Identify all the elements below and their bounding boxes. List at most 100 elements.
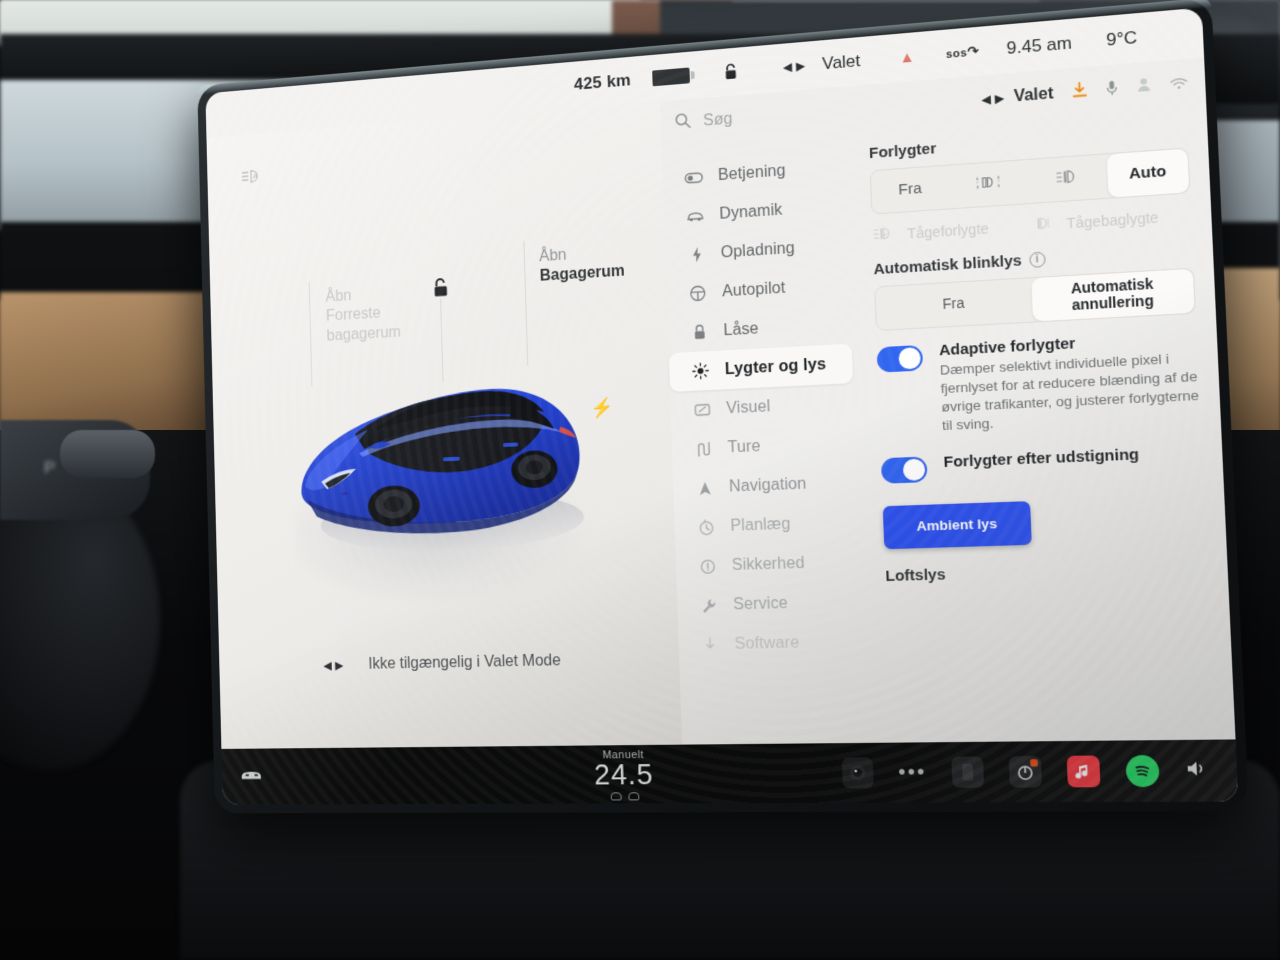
rear-fog-lamp-label: Tågebaglygte	[1066, 209, 1159, 232]
exclamation-circle-icon	[698, 558, 718, 575]
valet-status-label: Valet	[821, 51, 861, 74]
ceiling-light-section-title: Loftslys	[885, 565, 946, 585]
bolt-icon	[687, 246, 706, 264]
sidebar-item-label: Opladning	[720, 239, 796, 262]
parking-lights-icon	[974, 173, 1002, 196]
climate-temperature[interactable]: 24.5	[526, 758, 724, 790]
toybox-app-icon[interactable]	[1008, 755, 1043, 788]
rear-fog-lamp-icon	[1034, 215, 1054, 235]
info-icon[interactable]: i	[1028, 251, 1046, 268]
seat-heater-icon[interactable]	[627, 791, 639, 800]
more-apps-icon[interactable]: •••	[898, 760, 927, 784]
valet-unavailable-note: ◄► Ikke tilgængelig i Valet Mode	[321, 652, 561, 674]
sun-light-icon	[691, 362, 710, 380]
headlights-option-auto[interactable]: Auto	[1106, 148, 1190, 198]
lights-settings-content: Forlygter Fra Auto Tågeforlygte Tågebagl…	[858, 107, 1238, 802]
ambient-light-button[interactable]: Ambient lys	[882, 500, 1032, 550]
car-side-icon	[686, 209, 705, 223]
fog-lights-row: Tågeforlygte Tågebaglygte	[872, 206, 1192, 245]
front-fog-lamp-icon	[872, 225, 895, 245]
sidebar-item-navigation[interactable]: Navigation	[673, 462, 872, 509]
steering-wheel-icon	[688, 284, 707, 302]
sidebar-item-label: Navigation	[728, 474, 807, 496]
sidebar-item-planlaeg[interactable]: Planlæg	[674, 502, 874, 548]
low-beam-icon	[1055, 167, 1079, 190]
valet-note-text: Ikke tilgængelig i Valet Mode	[368, 652, 561, 673]
app-launcher-row: •••	[723, 755, 1218, 789]
valet-chip-label: Valet	[1013, 85, 1054, 106]
tesla-touchscreen[interactable]: 425 km ◄► Valet ▲ sos↷ 9.45 am 9°C A Åbn…	[205, 7, 1239, 805]
sidebar-item-label: Dynamik	[719, 201, 783, 223]
rear-trunk-hint[interactable]: Åbn Bagagerum	[523, 240, 626, 366]
sidebar-item-sikkerhed[interactable]: Sikkerhed	[675, 541, 875, 586]
headlights-after-exit-toggle[interactable]	[880, 456, 928, 484]
valet-bowtie-icon: ◄►	[320, 657, 345, 674]
sidebar-item-label: Låse	[723, 319, 759, 339]
outside-temperature: 9°C	[1105, 27, 1138, 50]
car-visualization-panel: A Åbn Forreste bagagerum Åbn Bagagerum ⚡	[206, 101, 685, 805]
navigation-arrow-icon	[695, 480, 714, 497]
sidebar-item-label: Betjening	[717, 161, 786, 184]
sidebar-item-label: Planlæg	[730, 515, 791, 535]
rear-trunk-hint-line2: Bagagerum	[539, 263, 626, 286]
sidebar-item-label: Software	[734, 633, 800, 653]
red-pin-icon: ▲	[899, 47, 916, 67]
sidebar-item-label: Service	[732, 594, 789, 613]
download-arrow-icon	[700, 637, 720, 653]
user-profile-icon[interactable]	[1136, 76, 1152, 98]
spotify-app-icon[interactable]	[1125, 755, 1160, 788]
bottom-app-bar: Manuelt 24.5 •••	[221, 739, 1239, 805]
auto-headlight-beam-icon: A	[241, 167, 265, 190]
seat-heater-icon[interactable]	[610, 791, 622, 800]
car-front-icon[interactable]	[238, 766, 266, 786]
sidebar-item-software[interactable]: Software	[678, 621, 878, 665]
car-illustration[interactable]	[282, 340, 617, 616]
sidebar-item-label: Autopilot	[721, 279, 786, 300]
touchscreen-bezel: 425 km ◄► Valet ▲ sos↷ 9.45 am 9°C A Åbn…	[197, 0, 1249, 814]
padlock-icon	[689, 323, 708, 341]
turn-signal-segmented-control[interactable]: Fra Automatisk annullering	[874, 267, 1196, 332]
headlights-option-parking[interactable]	[948, 160, 1028, 208]
clock-time: 9.45 am	[1006, 33, 1073, 59]
sidebar-item-label: Sikkerhed	[731, 554, 806, 574]
music-app-icon[interactable]	[1066, 755, 1101, 788]
unlocked-padlock-icon[interactable]	[723, 62, 739, 81]
sidebar-item-label: Visuel	[725, 397, 771, 417]
search-icon	[674, 112, 691, 135]
turn-signal-title-text: Automatisk blinklys	[873, 251, 1023, 279]
search-input-placeholder[interactable]: Søg	[703, 111, 733, 131]
microphone-mute-icon[interactable]	[1106, 78, 1119, 101]
tesla-model3-render	[298, 384, 586, 555]
sidebar-item-label: Ture	[727, 437, 761, 456]
phone-app-icon[interactable]	[951, 756, 985, 788]
valet-bowtie-icon: ◄►	[779, 57, 807, 77]
display-icon	[692, 403, 711, 417]
headlights-after-exit-row: Forlygter efter udstigning	[880, 443, 1203, 484]
battery-icon	[652, 67, 690, 87]
download-icon[interactable]	[1071, 81, 1088, 104]
turn-signal-option-fra[interactable]: Fra	[875, 278, 1033, 330]
sos-icon[interactable]: sos↷	[946, 43, 980, 62]
car-unlock-icon[interactable]	[431, 277, 450, 382]
sidebar-item-service[interactable]: Service	[677, 581, 877, 625]
turn-signal-option-auto-cancel[interactable]: Automatisk annullering	[1031, 268, 1195, 322]
adaptive-headlights-toggle[interactable]	[876, 344, 924, 373]
headlights-option-lowbeam[interactable]	[1026, 154, 1108, 203]
front-trunk-hint[interactable]: Åbn Forreste bagagerum	[308, 281, 402, 387]
climate-control[interactable]: Manuelt 24.5	[526, 748, 724, 800]
valet-mode-chip[interactable]: ◄► Valet	[978, 85, 1054, 109]
headlights-after-exit-title: Forlygter efter udstigning	[943, 445, 1140, 471]
svg-text:A: A	[253, 172, 259, 181]
camera-app-icon[interactable]	[841, 757, 874, 789]
settings-panel: Søg ◄► Valet Betjening Dynamik Opladning…	[660, 57, 1239, 804]
valet-bowtie-icon: ◄►	[977, 89, 1006, 109]
headlights-option-fra[interactable]: Fra	[871, 166, 950, 214]
settings-nav-list: Betjening Dynamik Opladning Autopilot Lå…	[662, 134, 884, 803]
wifi-icon[interactable]	[1170, 76, 1188, 93]
front-fog-lamp-option: Tågeforlygte	[872, 217, 1024, 245]
clock-icon	[696, 519, 715, 536]
road-icon	[694, 440, 713, 457]
adaptive-headlights-description: Dæmper selektivt individuelle pixel i fj…	[939, 350, 1200, 434]
front-trunk-hint-line3: bagagerum	[326, 323, 402, 345]
volume-icon[interactable]	[1185, 758, 1211, 783]
